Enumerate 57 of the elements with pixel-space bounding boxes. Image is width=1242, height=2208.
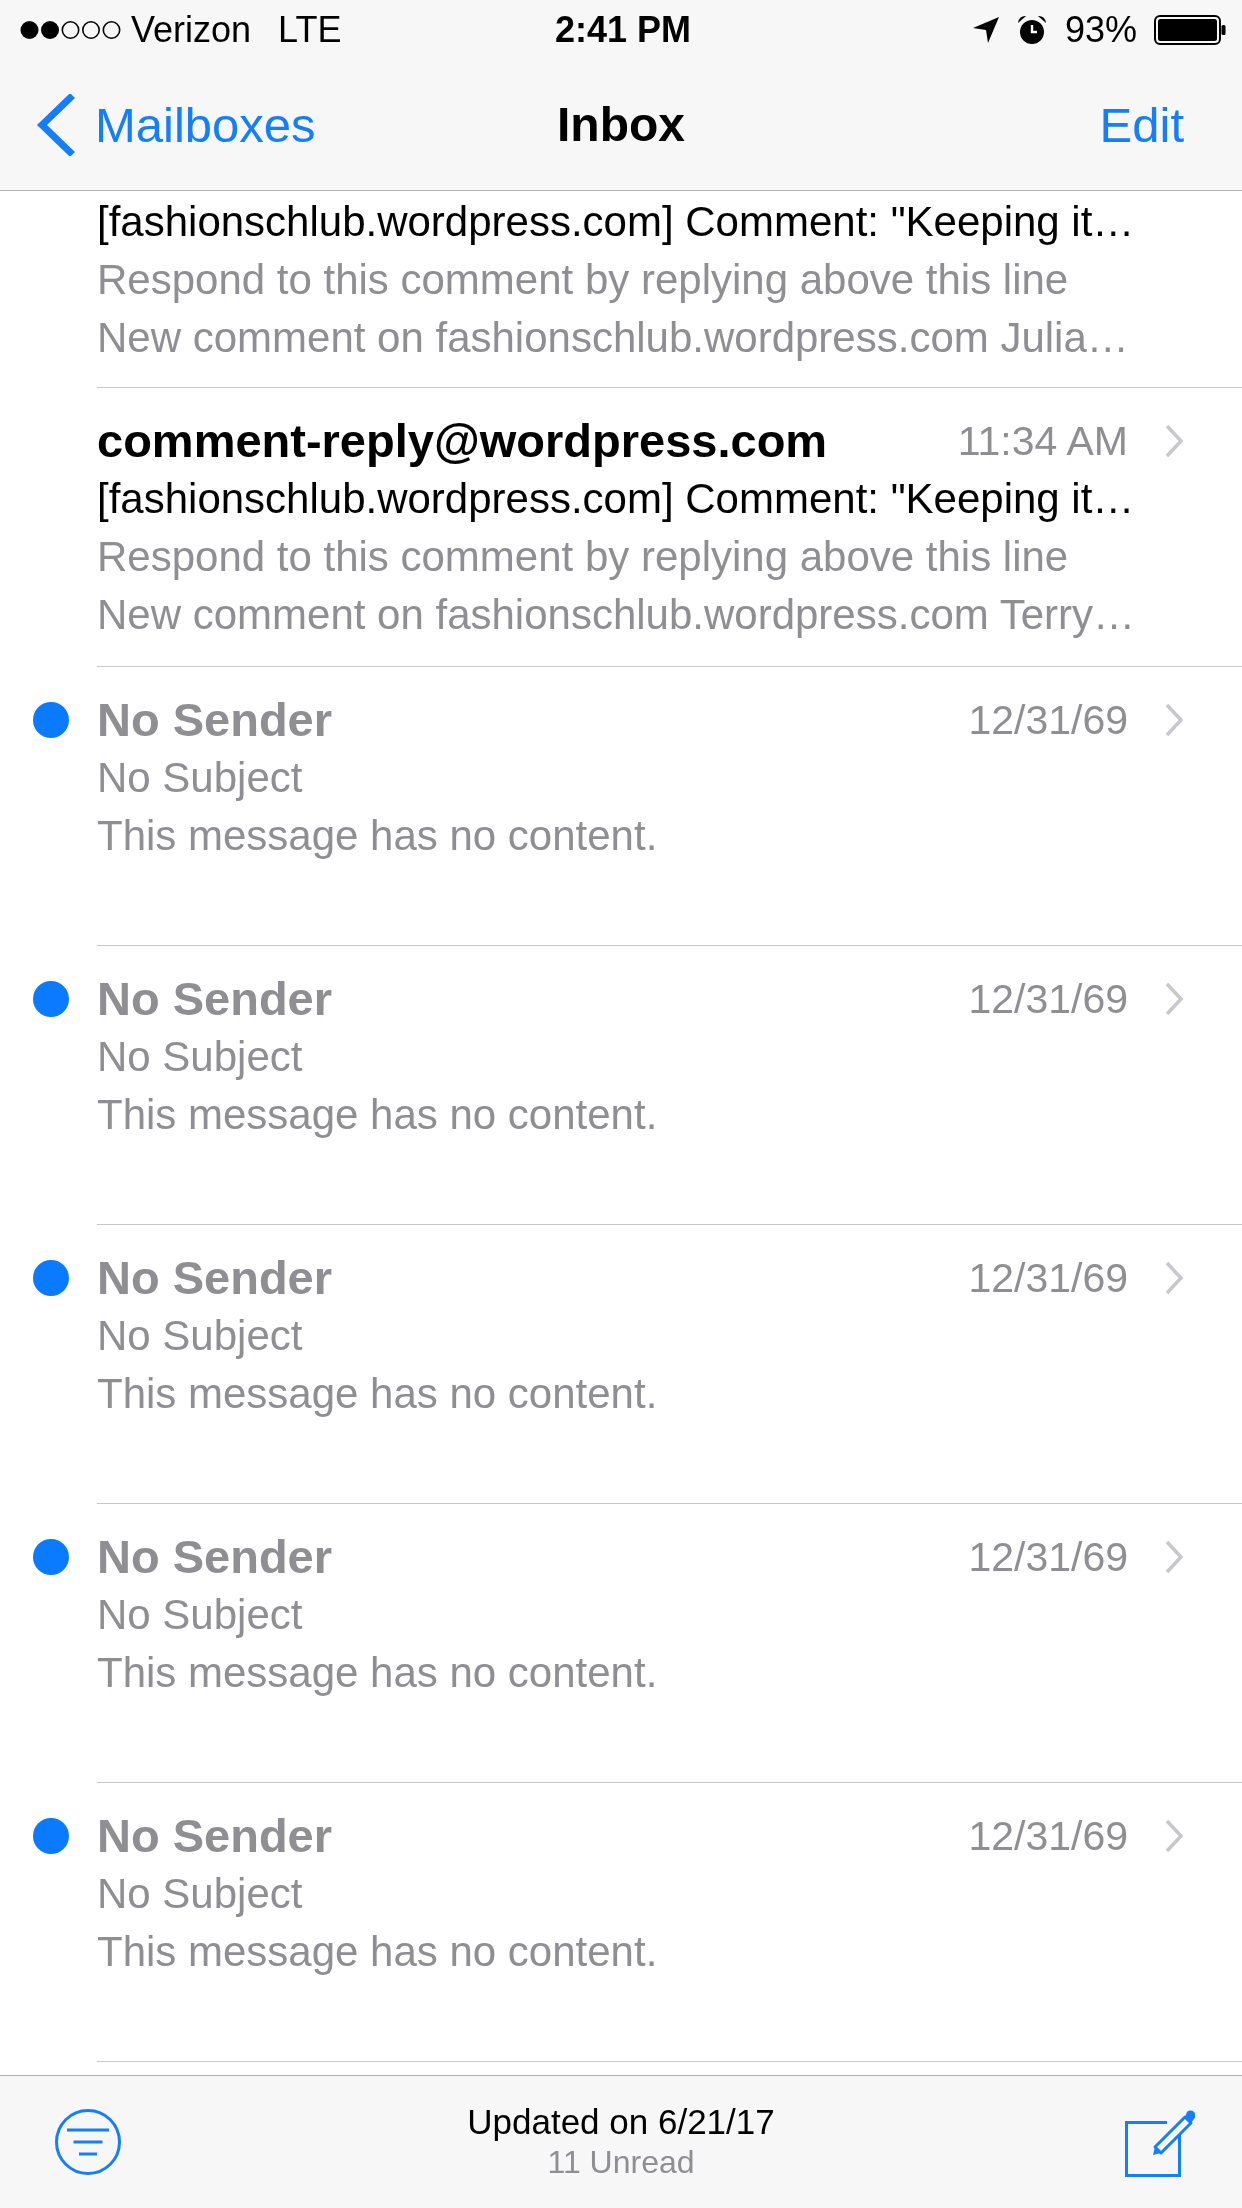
sender-name: No Sender <box>97 1529 334 1585</box>
sender-name: comment-reply@wordpress.com <box>97 413 829 469</box>
message-time: 12/31/69 <box>968 1533 1128 1582</box>
signal-strength-icon <box>20 20 121 40</box>
message-time: 11:34 AM <box>957 417 1128 466</box>
message-subject: No Subject <box>97 1590 304 1640</box>
message-preview: This message has no content. <box>97 1369 659 1419</box>
message-row[interactable]: No Sender 12/31/69 No Subject This message has no content. <box>0 946 1242 1225</box>
chevron-icon <box>1164 1539 1184 1575</box>
message-row[interactable]: No Sender 12/31/69 No Subject This message has no content. <box>0 1504 1242 1783</box>
chevron-icon <box>1164 423 1184 459</box>
edit-button[interactable]: Edit <box>1099 96 1184 154</box>
message-preview: This message has no content. <box>97 811 659 861</box>
message-row[interactable]: [fashionschlub.wordpress.com] Comment: "Keeping it… Respond to this comment by replying above this line New comment on fashionschlub.wordpress.com Julia… <box>0 191 1242 388</box>
message-subject: No Subject <box>97 753 304 803</box>
sender-name: No Sender <box>97 971 334 1027</box>
message-preview: Respond to this comment by replying above this line <box>97 255 1070 305</box>
message-time: 12/31/69 <box>968 1812 1128 1861</box>
carrier-name: Verizon <box>131 9 252 51</box>
message-row[interactable]: No Sender 12/31/69 No Subject This message has no content. <box>0 1783 1242 2062</box>
chevron-icon <box>1164 981 1184 1017</box>
message-subject: [fashionschlub.wordpress.com] Comment: "Keeping it… <box>97 197 1136 247</box>
chevron-icon <box>1164 1260 1184 1296</box>
message-preview: New comment on fashionschlub.wordpress.com Julia… <box>97 313 1130 363</box>
message-preview: This message has no content. <box>97 1927 659 1977</box>
location-arrow-icon <box>971 16 1000 44</box>
back-chevron-icon <box>36 94 75 156</box>
back-button[interactable]: Mailboxes <box>36 94 316 156</box>
screen-title: Inbox <box>557 97 685 153</box>
message-subject: No Subject <box>97 1311 304 1361</box>
unread-count: 11 Unread <box>547 2143 695 2182</box>
network-type: LTE <box>278 9 342 51</box>
message-preview: This message has no content. <box>97 1648 659 1698</box>
battery-percentage: 93% <box>1064 9 1137 51</box>
alarm-clock-icon <box>1016 15 1047 45</box>
message-preview: Respond to this comment by replying above this line <box>97 532 1070 582</box>
message-time: 12/31/69 <box>968 1254 1128 1303</box>
sender-name: No Sender <box>97 1250 334 1306</box>
battery-icon <box>1154 15 1226 45</box>
message-preview: New comment on fashionschlub.wordpress.com Terry… <box>97 590 1136 640</box>
chevron-icon <box>1164 1818 1184 1854</box>
sender-name: No Sender <box>97 1808 334 1864</box>
update-status: Updated on 6/21/17 <box>467 2101 775 2142</box>
status-time: 2:41 PM <box>554 9 692 51</box>
chevron-icon <box>1164 702 1184 738</box>
message-time: 12/31/69 <box>968 696 1128 745</box>
message-subject: No Subject <box>97 1869 304 1919</box>
message-row[interactable]: No Sender 12/31/69 No Subject This message has no content. <box>0 667 1242 946</box>
message-preview: This message has no content. <box>97 1090 659 1140</box>
filter-button[interactable] <box>55 2109 121 2175</box>
message-subject: [fashionschlub.wordpress.com] Comment: "Keeping it… <box>97 474 1136 524</box>
message-row[interactable]: comment-reply@wordpress.com 11:34 AM [fashionschlub.wordpress.com] Comment: "Keeping it… Respond to this comment by replying above this line New comment on fashionschlub.wordpress.com Terry… <box>0 388 1242 667</box>
message-time: 12/31/69 <box>968 975 1128 1024</box>
message-row[interactable]: No Sender 12/31/69 No Subject This message has no content. <box>0 1225 1242 1504</box>
sender-name: No Sender <box>97 692 334 748</box>
filter-icon <box>55 2109 121 2175</box>
message-subject: No Subject <box>97 1032 304 1082</box>
